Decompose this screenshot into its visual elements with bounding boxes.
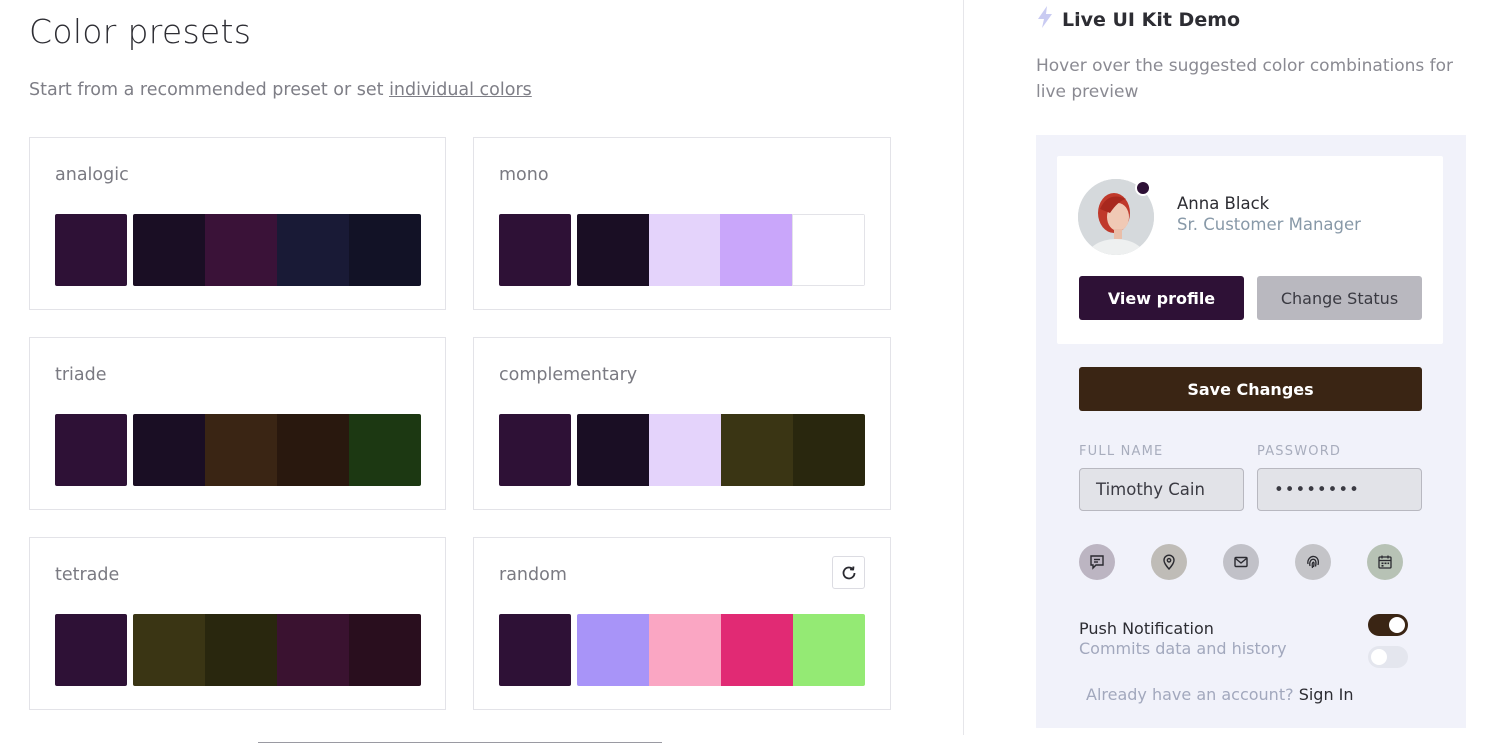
color-swatch [349, 614, 421, 686]
change-status-button[interactable]: Change Status [1257, 276, 1422, 320]
color-swatch-strip [133, 614, 421, 686]
page-title: Color presets [29, 12, 252, 51]
individual-colors-link[interactable]: individual colors [389, 80, 532, 100]
full-name-label: FULL NAME [1079, 444, 1164, 459]
password-field[interactable]: •••••••• [1257, 468, 1422, 511]
color-swatch [205, 614, 277, 686]
color-swatch [205, 214, 277, 286]
fingerprint-icon[interactable] [1295, 544, 1331, 580]
push-notification-subtitle: Commits data and history [1079, 639, 1287, 658]
calendar-icon[interactable] [1367, 544, 1403, 580]
page-subtitle: Start from a recommended preset or set i… [29, 80, 532, 100]
color-swatch [648, 214, 720, 286]
color-swatch [277, 214, 349, 286]
preset-card-mono[interactable]: mono [473, 137, 891, 310]
color-swatch [721, 414, 793, 486]
account-text: Already have an account? [1086, 685, 1294, 704]
color-swatch [277, 414, 349, 486]
color-swatch [349, 414, 421, 486]
preset-card-triade[interactable]: triade [29, 337, 446, 510]
color-swatch [577, 614, 649, 686]
full-name-field[interactable]: Timothy Cain [1079, 468, 1244, 511]
mail-icon[interactable] [1223, 544, 1259, 580]
save-changes-button[interactable]: Save Changes [1079, 367, 1422, 411]
commits-toggle[interactable] [1368, 646, 1408, 668]
color-swatch [791, 214, 865, 286]
preset-name: random [499, 565, 567, 585]
color-swatch-strip [577, 614, 865, 686]
bottom-divider [258, 742, 662, 743]
preview-panel: Anna Black Sr. Customer Manager View pro… [1036, 135, 1466, 728]
color-swatch [205, 414, 277, 486]
color-swatch [499, 414, 571, 486]
push-notification-toggle[interactable] [1368, 614, 1408, 636]
color-swatch-strip [577, 214, 865, 286]
color-swatch [55, 414, 127, 486]
view-profile-button[interactable]: View profile [1079, 276, 1244, 320]
location-pin-icon[interactable] [1151, 544, 1187, 580]
color-swatch [277, 614, 349, 686]
color-swatch [55, 614, 127, 686]
account-prompt: Already have an account? Sign In [1086, 685, 1354, 704]
preset-card-random[interactable]: random [473, 537, 891, 710]
color-swatch [793, 414, 865, 486]
color-swatch [499, 614, 571, 686]
password-label: PASSWORD [1257, 444, 1342, 459]
color-presets-section: Color presets Start from a recommended p… [0, 0, 963, 744]
color-swatch [720, 214, 792, 286]
color-swatch [133, 414, 205, 486]
color-swatch [649, 414, 721, 486]
message-icon[interactable] [1079, 544, 1115, 580]
preset-name: triade [55, 365, 107, 385]
preset-name: analogic [55, 165, 129, 185]
sign-in-link[interactable]: Sign In [1299, 685, 1354, 704]
color-swatch [793, 614, 865, 686]
demo-title-text: Live UI Kit Demo [1062, 8, 1241, 31]
toggle-knob [1371, 649, 1387, 665]
push-notification-title: Push Notification [1079, 619, 1214, 638]
color-swatch [649, 614, 721, 686]
live-demo-section: Live UI Kit Demo Hover over the suggeste… [964, 0, 1491, 744]
toggle-knob [1389, 617, 1405, 633]
subtitle-text: Start from a recommended preset or set [29, 80, 390, 100]
color-swatch [721, 614, 793, 686]
color-swatch-strip [133, 414, 421, 486]
preset-name: mono [499, 165, 549, 185]
preset-name: tetrade [55, 565, 120, 585]
profile-role: Sr. Customer Manager [1177, 215, 1361, 234]
color-swatch [349, 214, 421, 286]
lightning-icon [1036, 6, 1054, 33]
preset-card-analogic[interactable]: analogic [29, 137, 446, 310]
preset-name: complementary [499, 365, 638, 385]
status-dot [1135, 180, 1151, 196]
color-swatch [499, 214, 571, 286]
color-swatch-strip [133, 214, 421, 286]
color-swatch [577, 214, 649, 286]
color-swatch [133, 214, 205, 286]
color-swatch-strip [577, 414, 865, 486]
profile-name: Anna Black [1177, 194, 1270, 213]
refresh-icon[interactable] [832, 556, 865, 589]
color-swatch [133, 614, 205, 686]
preset-card-complementary[interactable]: complementary [473, 337, 891, 510]
preset-card-tetrade[interactable]: tetrade [29, 537, 446, 710]
color-swatch [577, 414, 649, 486]
profile-card: Anna Black Sr. Customer Manager View pro… [1057, 156, 1443, 344]
demo-title: Live UI Kit Demo [1036, 6, 1240, 33]
color-swatch [55, 214, 127, 286]
demo-description: Hover over the suggested color combinati… [1036, 56, 1454, 102]
